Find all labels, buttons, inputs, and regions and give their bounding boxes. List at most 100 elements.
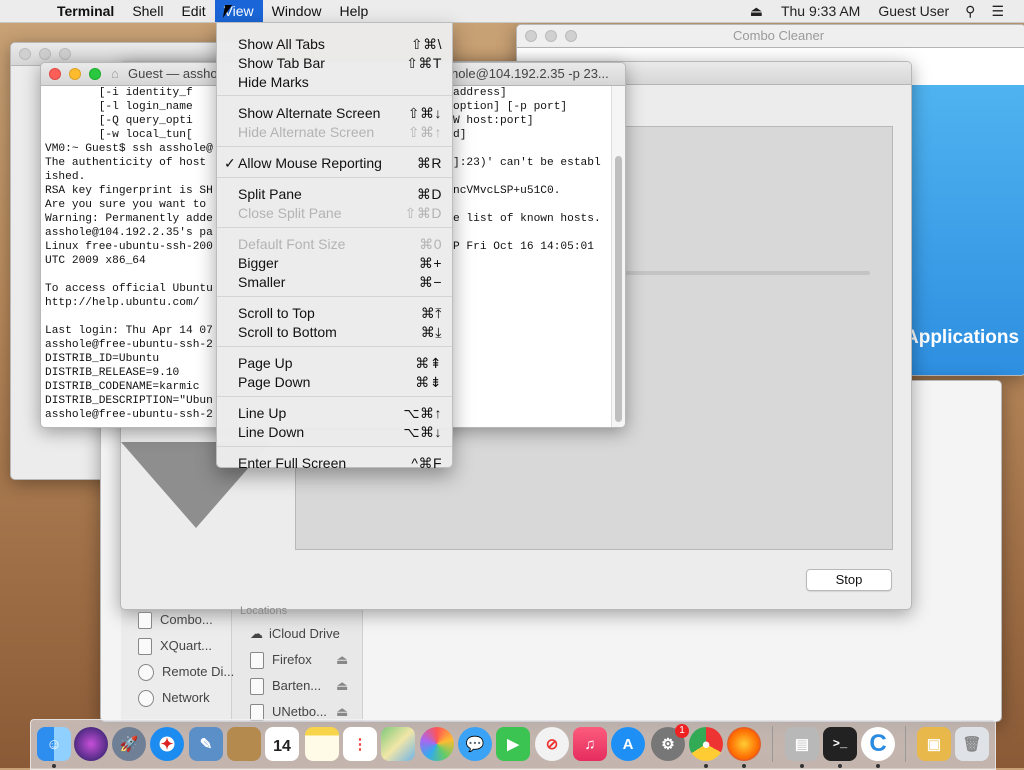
- eject-icon[interactable]: ⏏: [336, 704, 348, 720]
- terminal-icon[interactable]: >_: [823, 727, 857, 761]
- news-icon[interactable]: ⊘: [535, 727, 569, 761]
- eject-icon[interactable]: ⏏: [336, 678, 348, 694]
- menu-item-hide-marks[interactable]: Hide Marks: [217, 73, 452, 92]
- sidebar-item-combo[interactable]: Combo...: [138, 612, 213, 630]
- drive-icon: [250, 652, 264, 670]
- launchpad-icon[interactable]: 🚀: [112, 727, 146, 761]
- photos-icon[interactable]: [420, 727, 454, 761]
- preview-icon[interactable]: ✎: [189, 727, 223, 761]
- chrome-icon[interactable]: ●: [689, 727, 723, 761]
- progress-track: [624, 271, 870, 275]
- menu-item-shortcut: ⌘⤓: [420, 324, 442, 340]
- checkmark-icon: ✓: [224, 155, 236, 171]
- menu-item-bigger[interactable]: Bigger ⌘+: [217, 254, 452, 273]
- menu-edit[interactable]: Edit: [172, 0, 214, 22]
- terminal-scrollbar[interactable]: [611, 86, 625, 427]
- apple-menu-icon[interactable]: [0, 0, 48, 22]
- menu-window[interactable]: Window: [263, 0, 331, 22]
- menu-item-show-tab-bar[interactable]: Show Tab Bar ⇧⌘T: [217, 54, 452, 73]
- notes-icon[interactable]: [305, 727, 339, 761]
- eject-icon[interactable]: ⏏: [336, 652, 348, 668]
- menu-separator: [217, 95, 452, 96]
- sidebar-item-network[interactable]: Network: [138, 690, 210, 708]
- menu-item-label: Allow Mouse Reporting: [238, 155, 382, 171]
- menu-item-line-down[interactable]: Line Down ⌥⌘↓: [217, 423, 452, 442]
- menu-item-page-down[interactable]: Page Down ⌘⇟: [217, 373, 452, 392]
- siri-icon[interactable]: [74, 727, 108, 761]
- minimize-button[interactable]: [69, 68, 81, 80]
- terminal-line: asshole@104.192.2.35's pa: [45, 227, 213, 239]
- cloud-icon: ☁: [250, 626, 263, 641]
- menu-terminal[interactable]: Terminal: [48, 0, 123, 22]
- running-indicator: [742, 764, 746, 768]
- terminal-line: asshole@free-ubuntu-ssh-2: [45, 409, 213, 421]
- close-button[interactable]: [49, 68, 61, 80]
- firefox-icon[interactable]: [727, 727, 761, 761]
- location-firefox[interactable]: Firefox ⏏: [250, 652, 348, 670]
- terminal-line: http://help.ubuntu.com/: [45, 297, 200, 309]
- calendar-icon[interactable]: 14: [265, 727, 299, 761]
- menu-item-page-up[interactable]: Page Up ⌘⇞: [217, 354, 452, 373]
- menu-item-default-font-size: Default Font Size ⌘0: [217, 235, 452, 254]
- menu-item-line-up[interactable]: Line Up ⌥⌘↑: [217, 404, 452, 423]
- menu-item-shortcut: ⇧⌘↑: [407, 124, 442, 140]
- menu-item-allow-mouse-reporting[interactable]: ✓ Allow Mouse Reporting ⌘R: [217, 154, 452, 173]
- menu-item-split-pane[interactable]: Split Pane ⌘D: [217, 185, 452, 204]
- music-icon[interactable]: ♫: [573, 727, 607, 761]
- combo-cleaner-icon[interactable]: C: [861, 727, 895, 761]
- facetime-icon[interactable]: ▶: [496, 727, 530, 761]
- safari-icon[interactable]: ✦: [150, 727, 184, 761]
- menu-item-shortcut: ⌘D: [416, 186, 442, 202]
- menu-item-shortcut: ⇧⌘D: [404, 205, 442, 221]
- sidebar-item-xquartz[interactable]: XQuart...: [138, 638, 212, 656]
- location-bartender[interactable]: Barten... ⏏: [250, 678, 348, 696]
- menu-item-shortcut: ⇧⌘\: [410, 36, 442, 52]
- terminal-title-right: hole@104.192.2.35 -p 23...: [451, 66, 609, 81]
- location-icloud-drive[interactable]: ☁ iCloud Drive: [250, 626, 340, 642]
- menu-item-shortcut: ⌘⇞: [415, 355, 442, 371]
- menu-help[interactable]: Help: [330, 0, 377, 22]
- notification-center-icon[interactable]: ☰: [983, 3, 1024, 20]
- menu-item-label: Show Tab Bar: [238, 55, 325, 71]
- menu-item-label: Hide Alternate Screen: [238, 124, 375, 140]
- document-icon: [138, 638, 152, 656]
- menu-item-scroll-to-bottom[interactable]: Scroll to Bottom ⌘⤓: [217, 323, 452, 342]
- terminal-line: Are you sure you want to: [45, 199, 207, 211]
- menu-item-smaller[interactable]: Smaller ⌘−: [217, 273, 452, 292]
- menu-item-enter-full-screen[interactable]: Enter Full Screen ^⌘F: [217, 454, 452, 473]
- menu-view[interactable]: View: [214, 0, 263, 22]
- sidebar-item-remote-disc[interactable]: Remote Di...: [138, 664, 234, 682]
- maps-icon[interactable]: [381, 727, 415, 761]
- installer-icon[interactable]: ▤: [785, 727, 819, 761]
- menu-item-show-alternate-screen[interactable]: Show Alternate Screen ⇧⌘↓: [217, 104, 452, 123]
- menu-bar: Terminal Shell Edit View Window Help ⏏ T…: [0, 0, 1024, 23]
- stop-button[interactable]: Stop: [806, 569, 892, 591]
- scrollbar-thumb[interactable]: [615, 156, 622, 422]
- finder-icon[interactable]: ☺: [37, 727, 71, 761]
- dock-divider: [772, 726, 773, 762]
- app-store-icon[interactable]: A: [611, 727, 645, 761]
- menu-separator: [217, 177, 452, 178]
- eject-status-icon[interactable]: ⏏: [742, 3, 771, 20]
- menu-item-shortcut: ⌘+: [418, 255, 442, 271]
- clock[interactable]: Thu 9:33 AM: [771, 3, 870, 19]
- spotlight-search-icon[interactable]: ⚲: [957, 3, 983, 20]
- menu-item-show-all-tabs[interactable]: Show All Tabs ⇧⌘\: [217, 35, 452, 54]
- user-name[interactable]: Guest User: [870, 3, 957, 19]
- menu-item-label: Enter Full Screen: [238, 455, 347, 471]
- menu-item-label: Page Up: [238, 355, 293, 371]
- menu-item-shortcut: ⌥⌘↓: [403, 424, 442, 440]
- contacts-icon[interactable]: [227, 727, 261, 761]
- disc-icon: [138, 664, 154, 682]
- zoom-button[interactable]: [89, 68, 101, 80]
- trash-icon[interactable]: 🗑: [955, 727, 989, 761]
- menu-item-scroll-to-top[interactable]: Scroll to Top ⌘⤒: [217, 304, 452, 323]
- terminal-line: To access official Ubuntu: [45, 283, 213, 295]
- reminders-icon[interactable]: ⋮: [343, 727, 377, 761]
- messages-icon[interactable]: 💬: [458, 727, 492, 761]
- terminal-line: Warning: Permanently adde: [45, 213, 213, 225]
- menu-shell[interactable]: Shell: [123, 0, 172, 22]
- combo-cleaner-title: Combo Cleaner: [733, 28, 825, 43]
- downloads-folder-icon[interactable]: ▣: [917, 727, 951, 761]
